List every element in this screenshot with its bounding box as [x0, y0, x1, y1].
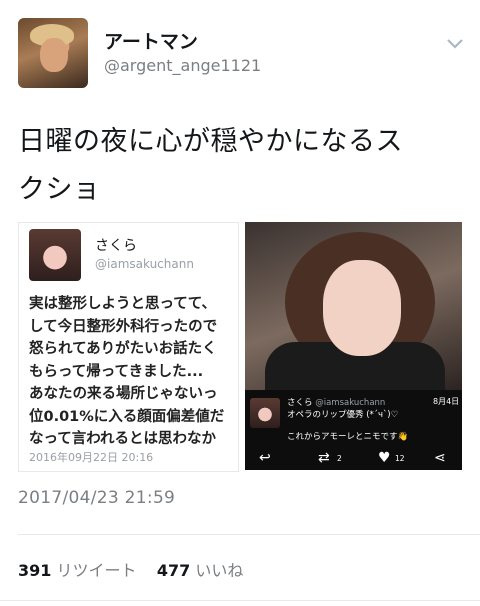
embedded-date: 8月4日: [433, 397, 460, 406]
reply-icon: ↩: [259, 450, 271, 466]
avatar-face: [40, 38, 68, 72]
embedded-name: さくら: [287, 398, 313, 408]
card-line: して今日整形外科行ったので: [29, 318, 218, 335]
like-label[interactable]: いいね: [195, 561, 243, 580]
author-avatar[interactable]: [18, 18, 88, 88]
share-icon: ⋖: [434, 450, 446, 466]
card-line: あなたの来る場所じゃないっ: [29, 386, 218, 402]
card-line: もらって帰ってきました...: [29, 363, 204, 380]
photo-face: [323, 260, 401, 356]
photo: [245, 222, 462, 422]
retweet-count: 2: [337, 454, 342, 463]
card-handle: @iamsakuchann: [95, 257, 194, 271]
like-count[interactable]: 477: [157, 561, 190, 580]
avatar: [29, 229, 81, 281]
tweet-text-line: 日曜の夜に心が穏やかになるス: [18, 126, 403, 157]
chevron-down-icon[interactable]: [446, 34, 464, 52]
card-line: 実は整形しようと思ってて、: [29, 296, 217, 312]
heart-icon: ♥: [378, 450, 391, 466]
tweet-stats: 391 リツイート 477 いいね: [18, 557, 243, 581]
embedded-text-1: オペラのリップ優秀 (*´ч`)♡: [287, 410, 399, 420]
author-handle[interactable]: @argent_ange1121: [104, 56, 261, 75]
tweet-text-line: クショ: [18, 174, 101, 205]
embedded-tweet: さくら @iamsakuchann 8月4日 オペラのリップ優秀 (*´ч`)♡…: [245, 390, 462, 470]
card-line: 位0.01%に入る顔面偏差値だ: [29, 408, 225, 425]
card-body: 実は整形しようと思ってて、 して今日整形外科行ったので 怒られてありがたいお話た…: [29, 293, 238, 451]
screenshot-image-left[interactable]: さくら @iamsakuchann 実は整形しようと思ってて、 して今日整形外科…: [18, 222, 239, 472]
author-name[interactable]: アートマン: [104, 27, 198, 54]
embedded-action-bar: ↩ ⇄ 2 ♥ 12 ⋖: [245, 446, 462, 470]
embedded-handle: @iamsakuchann: [315, 398, 386, 408]
avatar: [250, 398, 280, 428]
card-name: さくら: [95, 238, 137, 254]
retweet-count[interactable]: 391: [18, 561, 51, 580]
retweet-label[interactable]: リツイート: [57, 561, 137, 580]
divider: [0, 600, 480, 601]
embedded-text-2: これからアモーレとニモです👋: [287, 432, 409, 442]
divider: [18, 534, 480, 535]
card-line: 怒られてありがたいお話たく: [29, 341, 217, 357]
tweet-text: 日曜の夜に心が穏やかになるス クショ: [18, 118, 468, 214]
card-line: なって言われるとは思わなか: [29, 431, 217, 447]
tweet-timestamp: 2017/04/23 21:59: [18, 488, 176, 508]
card-date: 2016年09月22日 20:16: [29, 451, 154, 464]
retweet-icon: ⇄: [318, 450, 330, 466]
embedded-author: さくら @iamsakuchann: [287, 396, 385, 408]
screenshot-image-right[interactable]: さくら @iamsakuchann 8月4日 オペラのリップ優秀 (*´ч`)♡…: [245, 222, 462, 470]
like-count: 12: [395, 454, 405, 463]
